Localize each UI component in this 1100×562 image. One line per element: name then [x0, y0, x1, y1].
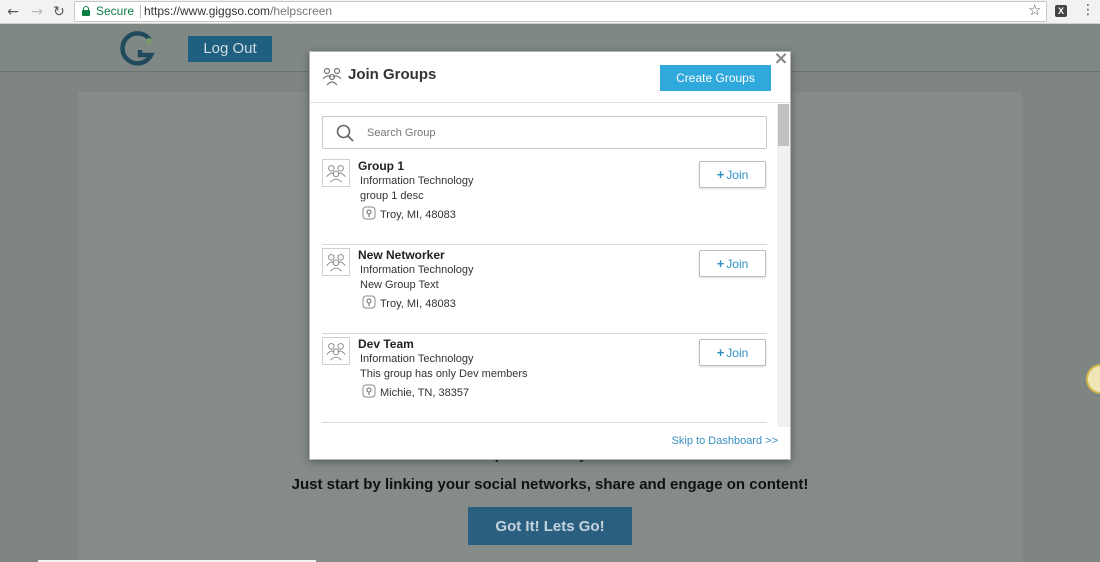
browser-toolbar: ← → ↻ Secure https://www.giggso.com/help… [0, 0, 1100, 24]
giggso-logo-icon [120, 31, 155, 66]
lock-icon [82, 6, 90, 16]
join-button[interactable]: + Join [699, 161, 766, 188]
group-item: New Networker Information Technology New… [322, 245, 767, 334]
group-name: Dev Team [358, 337, 414, 351]
tagline: Just start by linking your social networ… [291, 476, 809, 493]
group-description: group 1 desc [360, 190, 424, 202]
search-box [322, 116, 767, 149]
search-icon [336, 124, 354, 142]
extension-icon[interactable]: X [1055, 5, 1067, 17]
scrollbar-thumb[interactable] [778, 104, 789, 146]
join-label: Join [726, 346, 749, 360]
url-text: https://www.giggso.com/helpscreen [144, 2, 332, 21]
group-location: Michie, TN, 38357 [380, 387, 470, 399]
modal-title: Join Groups [348, 66, 437, 83]
back-icon[interactable]: ← [4, 3, 22, 21]
browser-menu-icon[interactable]: ⋮ [1081, 2, 1095, 18]
close-icon[interactable]: × [773, 50, 789, 68]
address-bar[interactable]: Secure https://www.giggso.com/helpscreen [74, 1, 1047, 22]
skip-to-dashboard-link[interactable]: Skip to Dashboard >> [672, 435, 778, 447]
got-it-button[interactable]: Got It! Lets Go! [468, 507, 632, 545]
group-category: Information Technology [360, 175, 474, 187]
logout-button[interactable]: Log Out [188, 36, 272, 62]
divider [140, 5, 141, 18]
create-groups-button[interactable]: Create Groups [660, 65, 771, 91]
group-avatar-icon [322, 159, 350, 187]
join-label: Join [726, 257, 749, 271]
group-avatar-icon [322, 337, 350, 365]
group-description: New Group Text [360, 279, 439, 291]
group-name: Group 1 [358, 159, 405, 173]
help-bubble-icon[interactable] [1086, 364, 1100, 394]
plus-icon: + [716, 345, 725, 360]
join-button[interactable]: + Join [699, 339, 766, 366]
url-host: https://www.giggso.com [144, 4, 271, 18]
join-label: Join [726, 168, 749, 182]
reload-icon[interactable]: ↻ [50, 3, 68, 21]
group-avatar-icon [322, 248, 350, 276]
modal-body: Group 1 Information Technology group 1 d… [310, 104, 790, 427]
group-icon [322, 67, 342, 86]
bookmark-star-icon[interactable]: ☆ [1028, 1, 1041, 19]
search-input[interactable] [367, 125, 747, 141]
group-location: Troy, MI, 48083 [380, 298, 456, 310]
group-location: Troy, MI, 48083 [380, 209, 456, 221]
join-groups-modal: Join Groups Create Groups × Group 1 Info… [309, 50, 791, 460]
url-path: /helpscreen [270, 4, 333, 18]
location-pin-icon [362, 384, 376, 398]
modal-scrollbar[interactable] [777, 104, 790, 427]
plus-icon: + [716, 256, 725, 271]
modal-footer: Skip to Dashboard >> [310, 427, 790, 459]
join-button[interactable]: + Join [699, 250, 766, 277]
group-category: Information Technology [360, 353, 474, 365]
plus-icon: + [716, 167, 725, 182]
group-name: New Networker [358, 248, 445, 262]
group-item: Dev Team Information Technology This gro… [322, 334, 767, 423]
secure-label: Secure [96, 4, 135, 18]
location-pin-icon [362, 295, 376, 309]
location-pin-icon [362, 206, 376, 220]
forward-icon[interactable]: → [28, 3, 46, 21]
group-description: This group has only Dev members [360, 368, 528, 380]
group-category: Information Technology [360, 264, 474, 276]
modal-header: Join Groups Create Groups [310, 52, 790, 103]
group-item: Group 1 Information Technology group 1 d… [322, 156, 767, 245]
